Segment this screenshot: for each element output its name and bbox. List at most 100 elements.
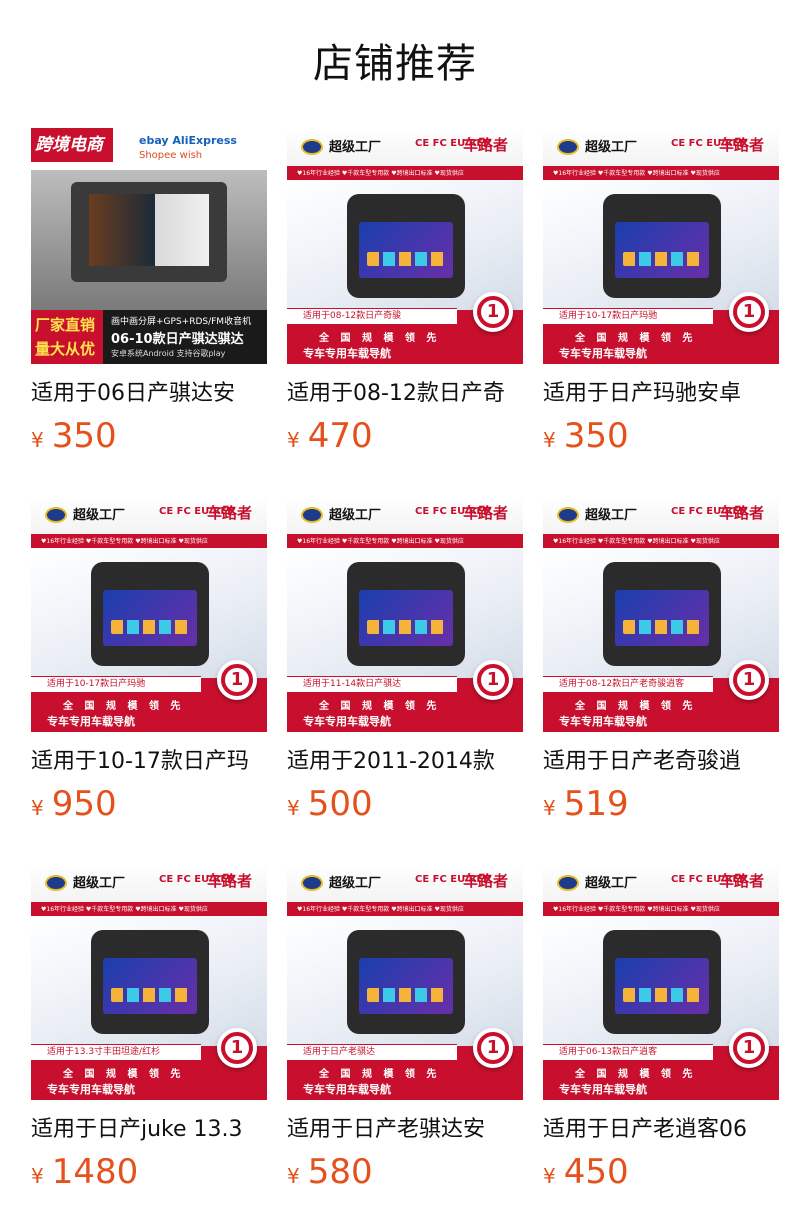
- device-frame: [347, 930, 465, 1034]
- brand-logo-icon: [45, 875, 67, 891]
- slogan-2: 专车专用车载导航: [559, 347, 647, 360]
- feature-list: ♥16年行业经验 ♥千款车型专用款 ♥跨境出口标准 ♥现货供应: [553, 170, 720, 177]
- product-image[interactable]: 超级工厂 CE FC EU REP 车路者 ♥16年行业经验 ♥千款车型专用款 …: [543, 128, 779, 364]
- device-backdrop: [287, 916, 523, 1046]
- feature-list: ♥16年行业经验 ♥千款车型专用款 ♥跨境出口标准 ♥现货供应: [553, 906, 720, 913]
- location-pin-icon: 1: [473, 1028, 513, 1068]
- slogan-1: 全 国 规 模 领 先: [575, 701, 697, 712]
- product-price: ¥350: [31, 416, 117, 456]
- slogan-1: 全 国 规 模 领 先: [319, 1069, 441, 1080]
- fitment-label: 适用于11-14款日产骐达: [287, 676, 457, 692]
- price-value: 519: [563, 784, 629, 824]
- pin-number: 1: [225, 668, 249, 692]
- product-image[interactable]: 超级工厂 CE FC EU REP 车路者 ♥16年行业经验 ♥千款车型专用款 …: [287, 864, 523, 1100]
- image-banner: 超级工厂 CE FC EU REP 车路者: [31, 864, 267, 902]
- device-backdrop: [543, 916, 779, 1046]
- slogan-2: 专车专用车载导航: [303, 1083, 391, 1096]
- product-card[interactable]: 超级工厂 CE FC EU REP 车路者 ♥16年行业经验 ♥千款车型专用款 …: [543, 128, 779, 468]
- image-caption-1: 画中画分屏+GPS+RDS/FM收音机: [111, 317, 252, 327]
- slogan-2: 专车专用车载导航: [559, 1083, 647, 1096]
- brand-logo-icon: [301, 139, 323, 155]
- device-frame: [91, 562, 209, 666]
- slogan-1: 全 国 规 模 领 先: [63, 701, 185, 712]
- product-card[interactable]: 跨境电商 ebay AliExpress Shopee wish 厂家直销 量大…: [31, 128, 267, 468]
- pin-number: 1: [481, 1036, 505, 1060]
- product-name[interactable]: 适用于08-12款日产奇: [287, 378, 523, 410]
- image-tag: 跨境电商: [31, 128, 113, 162]
- product-card[interactable]: 超级工厂 CE FC EU REP 车路者 ♥16年行业经验 ♥千款车型专用款 …: [31, 496, 267, 836]
- feature-list: ♥16年行业经验 ♥千款车型专用款 ♥跨境出口标准 ♥现货供应: [297, 170, 464, 177]
- pin-number: 1: [225, 1036, 249, 1060]
- product-name[interactable]: 适用于日产玛驰安卓: [543, 378, 779, 410]
- logo-text: 超级工厂: [329, 140, 382, 155]
- product-image[interactable]: 超级工厂 CE FC EU REP 车路者 ♥16年行业经验 ♥千款车型专用款 …: [287, 128, 523, 364]
- image-banner: 超级工厂 CE FC EU REP 车路者: [287, 864, 523, 902]
- device-frame: [603, 194, 721, 298]
- location-pin-icon: 1: [729, 1028, 769, 1068]
- brand-logo-icon: [557, 875, 579, 891]
- location-pin-icon: 1: [217, 1028, 257, 1068]
- product-image[interactable]: 跨境电商 ebay AliExpress Shopee wish 厂家直销 量大…: [31, 128, 267, 364]
- product-name[interactable]: 适用于日产juke 13.3: [31, 1114, 267, 1146]
- price-value: 450: [563, 1152, 629, 1192]
- currency-symbol: ¥: [31, 796, 44, 820]
- logo-text: 超级工厂: [73, 508, 126, 523]
- device-screen: [615, 222, 709, 278]
- device-screen: [615, 958, 709, 1014]
- product-image[interactable]: 超级工厂 CE FC EU REP 车路者 ♥16年行业经验 ♥千款车型专用款 …: [287, 496, 523, 732]
- slogan-1: 全 国 规 模 领 先: [319, 333, 441, 344]
- price-value: 350: [563, 416, 629, 456]
- product-card[interactable]: 超级工厂 CE FC EU REP 车路者 ♥16年行业经验 ♥千款车型专用款 …: [31, 864, 267, 1204]
- slogan-2: 专车专用车载导航: [303, 347, 391, 360]
- price-value: 470: [307, 416, 373, 456]
- device-frame: [347, 562, 465, 666]
- feature-list: ♥16年行业经验 ♥千款车型专用款 ♥跨境出口标准 ♥现货供应: [41, 906, 208, 913]
- product-name[interactable]: 适用于06日产骐达安: [31, 378, 267, 410]
- product-name[interactable]: 适用于日产老逍客06: [543, 1114, 779, 1146]
- location-pin-icon: 1: [729, 660, 769, 700]
- product-card[interactable]: 超级工厂 CE FC EU REP 车路者 ♥16年行业经验 ♥千款车型专用款 …: [543, 496, 779, 836]
- product-name[interactable]: 适用于日产老奇骏逍: [543, 746, 779, 778]
- price-value: 580: [307, 1152, 373, 1192]
- currency-symbol: ¥: [543, 428, 556, 452]
- brand-logo-icon: [45, 507, 67, 523]
- marketplace-logos: ebay AliExpress: [139, 134, 237, 147]
- logo-text: 超级工厂: [73, 876, 126, 891]
- pin-number: 1: [737, 1036, 761, 1060]
- device-screen: [103, 958, 197, 1014]
- product-card[interactable]: 超级工厂 CE FC EU REP 车路者 ♥16年行业经验 ♥千款车型专用款 …: [287, 496, 523, 836]
- marketplace-logos-2: Shopee wish: [139, 150, 203, 161]
- fitment-label: 适用于08-12款日产奇骏: [287, 308, 457, 324]
- product-image[interactable]: 超级工厂 CE FC EU REP 车路者 ♥16年行业经验 ♥千款车型专用款 …: [543, 496, 779, 732]
- device-backdrop: [543, 180, 779, 310]
- product-card[interactable]: 超级工厂 CE FC EU REP 车路者 ♥16年行业经验 ♥千款车型专用款 …: [543, 864, 779, 1204]
- product-name[interactable]: 适用于2011-2014款: [287, 746, 523, 778]
- product-image[interactable]: 超级工厂 CE FC EU REP 车路者 ♥16年行业经验 ♥千款车型专用款 …: [31, 496, 267, 732]
- fitment-label: 适用于13.3寸丰田坦途/红杉: [31, 1044, 201, 1060]
- device-screen: [359, 958, 453, 1014]
- product-price: ¥950: [31, 784, 117, 824]
- product-card[interactable]: 超级工厂 CE FC EU REP 车路者 ♥16年行业经验 ♥千款车型专用款 …: [287, 128, 523, 468]
- fitment-label: 适用于06-13款日产逍客: [543, 1044, 713, 1060]
- image-banner: 超级工厂 CE FC EU REP 车路者: [543, 496, 779, 534]
- brand-logo-icon: [301, 507, 323, 523]
- slogan-2: 专车专用车载导航: [303, 715, 391, 728]
- product-image[interactable]: 超级工厂 CE FC EU REP 车路者 ♥16年行业经验 ♥千款车型专用款 …: [31, 864, 267, 1100]
- logo-text: 超级工厂: [585, 876, 638, 891]
- location-pin-icon: 1: [473, 292, 513, 332]
- device-frame: [71, 182, 227, 282]
- product-price: ¥500: [287, 784, 373, 824]
- product-card[interactable]: 超级工厂 CE FC EU REP 车路者 ♥16年行业经验 ♥千款车型专用款 …: [287, 864, 523, 1204]
- page-title: 店铺推荐: [313, 41, 477, 87]
- pin-number: 1: [481, 300, 505, 324]
- currency-symbol: ¥: [287, 796, 300, 820]
- product-price: ¥450: [543, 1152, 629, 1192]
- product-image[interactable]: 超级工厂 CE FC EU REP 车路者 ♥16年行业经验 ♥千款车型专用款 …: [543, 864, 779, 1100]
- device-frame: [91, 930, 209, 1034]
- slogan-1: 全 国 规 模 领 先: [575, 333, 697, 344]
- currency-symbol: ¥: [287, 428, 300, 452]
- device-frame: [347, 194, 465, 298]
- product-name[interactable]: 适用于10-17款日产玛: [31, 746, 267, 778]
- product-name[interactable]: 适用于日产老骐达安: [287, 1114, 523, 1146]
- location-pin-icon: 1: [217, 660, 257, 700]
